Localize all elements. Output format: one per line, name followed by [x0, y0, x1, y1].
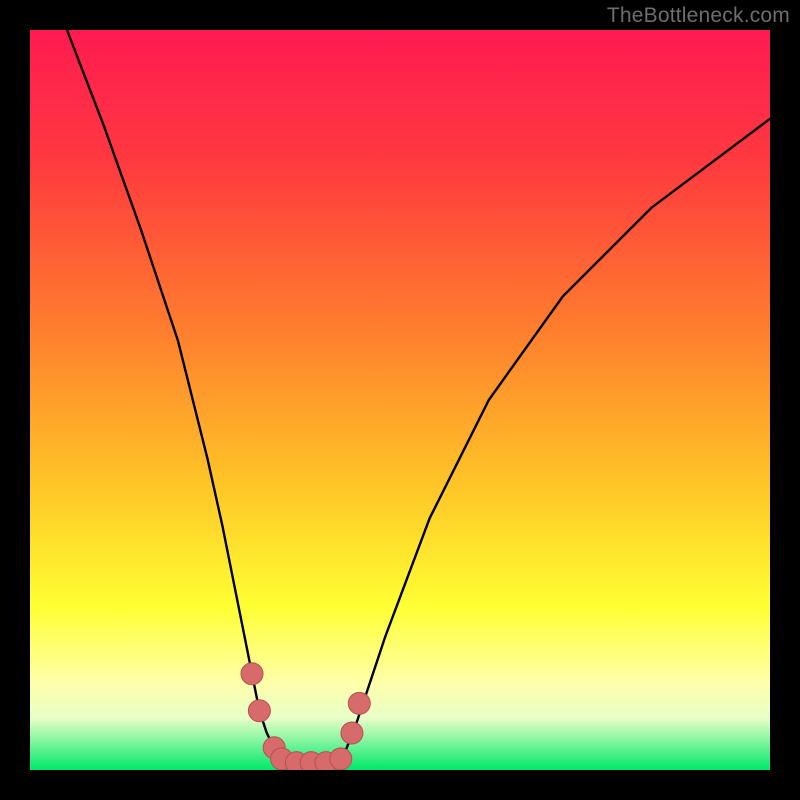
valley-marker	[241, 663, 263, 685]
valley-marker	[248, 700, 270, 722]
gradient-background	[30, 30, 770, 770]
valley-marker	[348, 692, 370, 714]
valley-marker	[330, 748, 352, 770]
watermark-text: TheBottleneck.com	[607, 4, 790, 28]
chart-frame: TheBottleneck.com	[0, 0, 800, 800]
bottleneck-chart	[30, 30, 770, 770]
valley-marker	[341, 722, 363, 744]
